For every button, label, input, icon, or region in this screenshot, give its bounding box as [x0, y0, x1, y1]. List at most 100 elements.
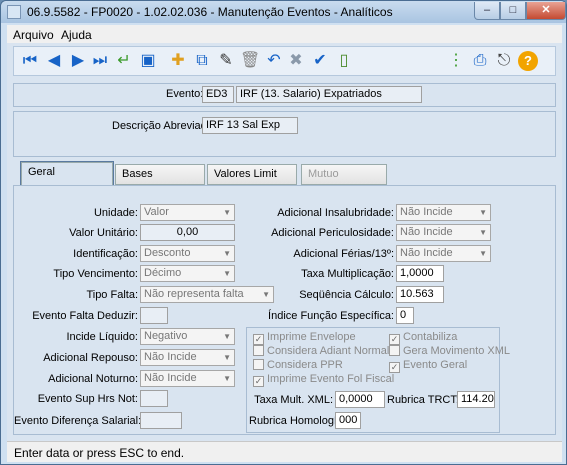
- tab-valores-limit[interactable]: Valores Limit: [207, 164, 297, 185]
- evento-diferenca-salarial-field[interactable]: [140, 412, 182, 429]
- delete-icon[interactable]: 🗑: [240, 51, 260, 71]
- confirm-icon[interactable]: ✔: [310, 51, 330, 71]
- valor-unitario-field[interactable]: 0,00: [140, 224, 235, 241]
- close-button[interactable]: ✕: [526, 2, 566, 20]
- menu-ajuda[interactable]: Ajuda: [61, 28, 92, 42]
- adicional-ferias-select[interactable]: Não Incide ▼: [396, 245, 491, 262]
- title-bar[interactable]: 06.9.5582 - FP0020 - 1.02.02.036 - Manut…: [1, 1, 566, 23]
- client-area: Arquivo Ajuda ⏮ ◀ ▶ ⏭ ↵ ▣ ✚ ⧉ ✎ 🗑 ↶ ✖ ✔ …: [7, 25, 562, 462]
- adicional-noturno-label: Adicional Noturno:: [48, 373, 138, 385]
- edit-icon[interactable]: ✎: [216, 51, 236, 71]
- application-window: 06.9.5582 - FP0020 - 1.02.02.036 - Manut…: [0, 0, 567, 465]
- blank-doc-icon[interactable]: ▯: [334, 51, 354, 71]
- maximize-button[interactable]: □: [500, 2, 526, 20]
- evento-panel: Evento: ED3 IRF (13. Salario) Expatriado…: [13, 83, 556, 107]
- evento-falta-deduzir-field[interactable]: [140, 307, 168, 324]
- checkbox-check-icon: ✓: [389, 362, 400, 373]
- evento-geral-checkbox[interactable]: ✓ Evento Geral: [389, 359, 467, 373]
- adicional-ferias-value: Não Incide: [400, 247, 453, 259]
- evento-sup-hrs-not-field[interactable]: [140, 390, 168, 407]
- rubrica-trct-label: Rubrica TRCT:: [387, 394, 459, 406]
- adicional-repouso-value: Não Incide: [144, 351, 197, 363]
- window-title: 06.9.5582 - FP0020 - 1.02.02.036 - Manut…: [27, 5, 393, 19]
- menu-bar: Arquivo Ajuda: [7, 25, 562, 43]
- evento-desc-field: IRF (13. Salario) Expatriados: [236, 86, 422, 103]
- toolbar: ⏮ ◀ ▶ ⏭ ↵ ▣ ✚ ⧉ ✎ 🗑 ↶ ✖ ✔ ▯ ⋮ ⎙ ⎋ ?: [13, 46, 556, 76]
- rubrica-trct-field[interactable]: 114.20: [457, 391, 495, 408]
- next-icon[interactable]: ▶: [68, 51, 88, 71]
- considera-ppr-checkbox[interactable]: Considera PPR: [253, 359, 343, 371]
- taxa-mult-xml-label: Taxa Mult. XML:: [254, 394, 333, 406]
- cancel-icon[interactable]: ✖: [286, 51, 306, 71]
- undo-icon[interactable]: ↶: [264, 51, 284, 71]
- evento-geral-label: Evento Geral: [403, 359, 468, 371]
- preview-icon[interactable]: ▣: [138, 51, 158, 71]
- taxa-multiplicacao-label: Taxa Multiplicação:: [301, 268, 394, 280]
- evento-code-field[interactable]: ED3: [202, 86, 234, 103]
- checkbox-check-icon: ✓: [253, 376, 264, 387]
- new-doc-icon[interactable]: ✚: [168, 51, 188, 71]
- tipo-vencimento-select[interactable]: Décimo ▼: [140, 265, 235, 282]
- copy-icon[interactable]: ⧉: [192, 51, 212, 71]
- help-icon[interactable]: ?: [518, 51, 538, 71]
- adicional-insalubridade-select[interactable]: Não Incide ▼: [396, 204, 491, 221]
- menu-arquivo[interactable]: Arquivo: [13, 28, 54, 42]
- status-bar: Enter data or press ESC to end.: [7, 441, 562, 462]
- considera-ppr-label: Considera PPR: [267, 359, 343, 371]
- unidade-label: Unidade:: [93, 207, 138, 219]
- taxa-multiplicacao-field[interactable]: 1,0000: [396, 265, 444, 282]
- considera-adiant-normal-checkbox[interactable]: Considera Adiant Normal: [253, 345, 389, 357]
- tipo-vencimento-label: Tipo Vencimento:: [53, 268, 138, 280]
- gera-movimento-xml-label: Gera Movimento XML: [403, 345, 510, 357]
- adicional-insalubridade-label: Adicional Insalubridade:: [277, 207, 394, 219]
- return-icon[interactable]: ↵: [114, 51, 134, 71]
- chevron-down-icon: ▼: [223, 332, 231, 341]
- chevron-down-icon: ▼: [223, 208, 231, 217]
- tab-bases[interactable]: Bases: [115, 164, 205, 185]
- adicional-repouso-label: Adicional Repouso:: [43, 352, 138, 364]
- tipo-falta-label: Tipo Falta:: [86, 289, 138, 301]
- sequencia-calculo-field[interactable]: 10.563: [396, 286, 444, 303]
- imprime-evento-fol-fiscal-label: Imprime Evento Fol Fiscal: [267, 373, 395, 385]
- evento-sup-hrs-not-label: Evento Sup Hrs Not:: [37, 393, 138, 405]
- incide-liquido-select[interactable]: Negativo ▼: [140, 328, 235, 345]
- taxa-mult-xml-field[interactable]: 0,0000: [335, 391, 385, 408]
- chevron-down-icon: ▼: [479, 249, 487, 258]
- rubrica-homolognet-field[interactable]: 000: [335, 412, 361, 429]
- exit-icon[interactable]: ⎋: [494, 51, 514, 71]
- descricao-label: Descrição Abreviada:: [112, 120, 216, 132]
- unidade-value: Valor: [144, 206, 169, 218]
- considera-adiant-normal-label: Considera Adiant Normal: [267, 345, 390, 357]
- descricao-panel: Descrição Abreviada: IRF 13 Sal Exp: [13, 111, 556, 157]
- tabs-area: Geral Bases Valores Limit Mutuo Unidade:…: [13, 161, 556, 435]
- chevron-down-icon: ▼: [223, 249, 231, 258]
- tipo-falta-select[interactable]: Não representa falta ▼: [140, 286, 274, 303]
- prev-icon[interactable]: ◀: [44, 51, 64, 71]
- checkbox-check-icon: ✓: [253, 334, 264, 345]
- print-icon[interactable]: ⎙: [470, 51, 490, 71]
- tab-geral-body: Unidade: Valor ▼ Valor Unitário: 0,00 Ide…: [13, 185, 556, 435]
- first-icon[interactable]: ⏮: [20, 51, 40, 71]
- adicional-noturno-select[interactable]: Não Incide ▼: [140, 370, 235, 387]
- incide-liquido-value: Negativo: [144, 330, 188, 342]
- gera-movimento-xml-checkbox[interactable]: Gera Movimento XML: [389, 345, 510, 357]
- last-icon[interactable]: ⏭: [90, 51, 110, 71]
- unidade-select[interactable]: Valor ▼: [140, 204, 235, 221]
- identificacao-select[interactable]: Desconto ▼: [140, 245, 235, 262]
- evento-label: Evento:: [166, 88, 204, 100]
- indice-funcao-especifica-field[interactable]: 0: [396, 307, 414, 324]
- contabiliza-checkbox[interactable]: ✓ Contabiliza: [389, 331, 457, 345]
- identificacao-label: Identificação:: [73, 248, 138, 260]
- evento-falta-deduzir-label: Evento Falta Deduzir:: [32, 310, 138, 322]
- chevron-down-icon: ▼: [223, 374, 231, 383]
- descricao-field[interactable]: IRF 13 Sal Exp: [202, 117, 298, 134]
- adicional-periculosidade-select[interactable]: Não Incide ▼: [396, 224, 491, 241]
- imprime-envelope-checkbox[interactable]: ✓ Imprime Envelope: [253, 331, 356, 345]
- adicional-repouso-select[interactable]: Não Incide ▼: [140, 349, 235, 366]
- imprime-evento-fol-fiscal-checkbox[interactable]: ✓ Imprime Evento Fol Fiscal: [253, 373, 394, 387]
- tree-icon[interactable]: ⋮: [446, 51, 466, 71]
- tab-geral[interactable]: Geral: [20, 161, 114, 186]
- chevron-down-icon: ▼: [479, 228, 487, 237]
- minimize-button[interactable]: –: [474, 2, 500, 20]
- sequencia-calculo-label: Seqüência Cálculo:: [299, 289, 394, 301]
